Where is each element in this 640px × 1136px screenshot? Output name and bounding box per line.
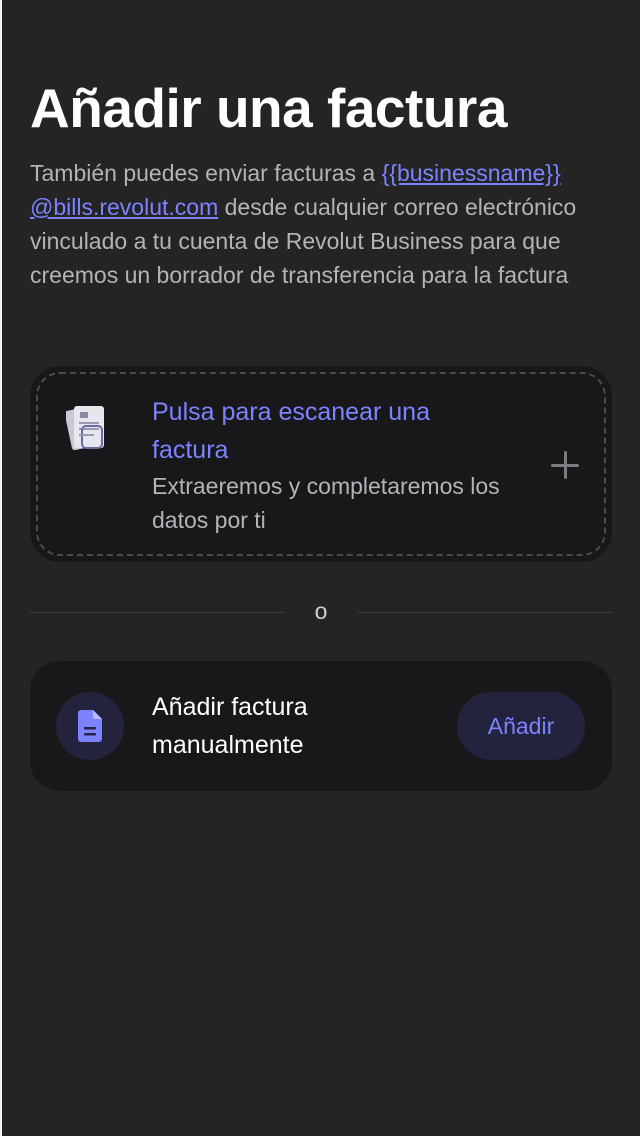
bills-email-link-part2[interactable]: @bills.revolut.com [30,194,218,220]
divider-left [30,612,284,613]
manual-invoice-label: Añadir factura manualmente [152,693,308,759]
manual-invoice-card[interactable]: Añadir factura manualmente Añadir [30,661,612,791]
plus-icon[interactable] [550,450,580,480]
scan-card-subtitle: Extraeremos y completaremos los datos po… [152,473,500,533]
divider-right [358,612,612,613]
document-icon-circle [56,692,124,760]
window-edge [0,0,2,1136]
add-button[interactable]: Añadir [457,692,585,760]
receipt-scan-icon [66,405,104,451]
intro-text: También puedes enviar facturas a {{busin… [30,156,615,292]
scan-card-title[interactable]: Pulsa para escanear una factura [152,393,512,469]
page-title: Añadir una factura [30,77,507,139]
divider-label: o [314,598,328,624]
document-icon [78,710,102,742]
intro-text-before: También puedes enviar facturas a [30,160,382,186]
bills-email-link-part1[interactable]: {{businessname}} [382,160,561,186]
